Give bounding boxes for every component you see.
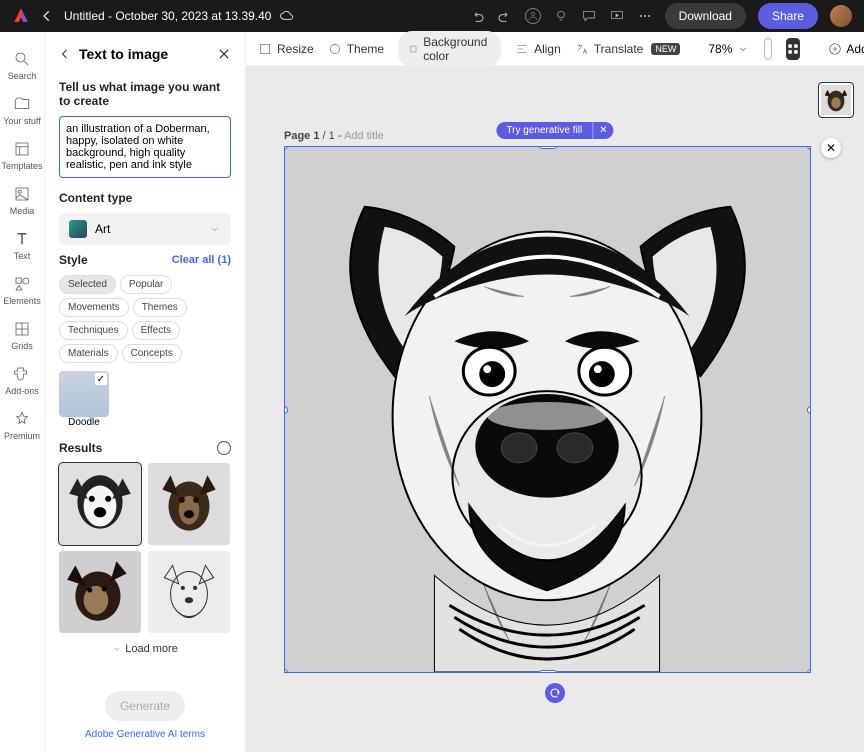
chip-selected[interactable]: Selected (59, 275, 116, 294)
theme-tool[interactable]: Theme (328, 42, 384, 56)
redo-icon[interactable] (497, 8, 513, 24)
background-color-tool[interactable]: Background color (398, 31, 501, 67)
layers-icon[interactable] (764, 38, 772, 60)
content-type-dropdown[interactable]: Art (59, 213, 231, 245)
resize-handle[interactable] (539, 670, 557, 673)
panel-title: Text to image (79, 46, 209, 62)
result-thumb-2[interactable] (148, 463, 230, 545)
person-icon[interactable] (525, 8, 541, 24)
style-thumb-label: Doodle (68, 417, 100, 428)
page-thumbnail[interactable] (818, 82, 854, 118)
check-icon: ✓ (95, 373, 107, 385)
chevron-down-icon (209, 223, 221, 235)
chip-movements[interactable]: Movements (59, 298, 129, 317)
art-type-icon (69, 220, 87, 238)
share-button[interactable]: Share (758, 3, 818, 29)
clear-all-link[interactable]: Clear all (1) (172, 254, 231, 266)
rail-addons[interactable]: Add-ons (0, 359, 45, 402)
load-more-button[interactable]: Load more (59, 643, 231, 655)
back-icon[interactable] (40, 9, 54, 23)
lightbulb-icon[interactable] (553, 8, 569, 24)
bgcolor-label: Background color (423, 35, 491, 63)
user-avatar[interactable] (830, 5, 852, 27)
resize-label: Resize (277, 42, 314, 56)
rail-media[interactable]: Media (0, 179, 45, 222)
undo-icon[interactable] (469, 8, 485, 24)
rail-premium[interactable]: Premium (0, 404, 45, 447)
ai-terms-link[interactable]: Adobe Generative AI terms (59, 729, 231, 740)
document-title[interactable]: Untitled - October 30, 2023 at 13.39.40 (64, 9, 271, 23)
prompt-label: Tell us what image you want to create (59, 80, 231, 108)
resize-handle[interactable] (807, 406, 811, 414)
new-badge: NEW (651, 43, 680, 55)
rail-text[interactable]: Text (0, 224, 45, 267)
chip-popular[interactable]: Popular (120, 275, 172, 294)
resize-tool[interactable]: Resize (258, 42, 314, 56)
align-tool[interactable]: Align (515, 42, 561, 56)
zoom-control[interactable]: 78% (708, 42, 750, 56)
content-type-label: Content type (59, 191, 231, 205)
chip-themes[interactable]: Themes (133, 298, 187, 317)
close-selection-button[interactable]: ✕ (821, 138, 841, 158)
style-label: Style (59, 253, 88, 267)
resize-handle[interactable] (539, 146, 557, 149)
generative-fill-close[interactable]: ✕ (592, 122, 613, 139)
generate-button[interactable]: Generate (105, 691, 185, 721)
prompt-input[interactable] (59, 116, 231, 178)
add-label: Add (846, 42, 864, 56)
chip-techniques[interactable]: Techniques (59, 321, 128, 340)
chevron-down-icon (736, 42, 750, 56)
regenerate-button[interactable] (545, 683, 565, 703)
theme-label: Theme (347, 42, 384, 56)
canvas-frame[interactable] (284, 146, 811, 673)
translate-label: Translate (594, 42, 644, 56)
result-thumb-1[interactable] (59, 463, 141, 545)
rail-templates[interactable]: Templates (0, 134, 45, 177)
result-thumb-3[interactable] (59, 551, 141, 633)
chip-materials[interactable]: Materials (59, 344, 118, 363)
comment-icon[interactable] (581, 8, 597, 24)
results-label: Results (59, 441, 102, 455)
generated-image (285, 147, 810, 672)
add-page-button[interactable]: Add (828, 42, 864, 56)
style-thumb-doodle[interactable]: ✓ Doodle (59, 371, 109, 429)
rail-search[interactable]: Search (0, 44, 45, 87)
grid-toggle-icon[interactable] (786, 38, 800, 60)
chip-effects[interactable]: Effects (132, 321, 180, 340)
info-icon[interactable] (217, 441, 231, 455)
rail-elements[interactable]: Elements (0, 269, 45, 312)
chip-concepts[interactable]: Concepts (122, 344, 182, 363)
more-icon[interactable] (637, 8, 653, 24)
panel-close-icon[interactable] (217, 47, 231, 61)
present-icon[interactable] (609, 8, 625, 24)
align-label: Align (534, 42, 561, 56)
zoom-value: 78% (708, 42, 732, 56)
generative-fill-button[interactable]: Try generative fill (496, 122, 592, 139)
result-thumb-4[interactable] (148, 551, 230, 633)
cloud-sync-icon (279, 8, 295, 24)
translate-tool[interactable]: Translate NEW (575, 42, 681, 56)
rail-grids[interactable]: Grids (0, 314, 45, 357)
download-button[interactable]: Download (665, 3, 746, 29)
rail-your-stuff[interactable]: Your stuff (0, 89, 45, 132)
page-label[interactable]: Page 1 / 1 - Add title (284, 130, 384, 142)
panel-back-icon[interactable] (59, 48, 71, 60)
content-type-value: Art (95, 222, 110, 236)
resize-handle[interactable] (807, 669, 811, 673)
app-logo (12, 7, 30, 25)
